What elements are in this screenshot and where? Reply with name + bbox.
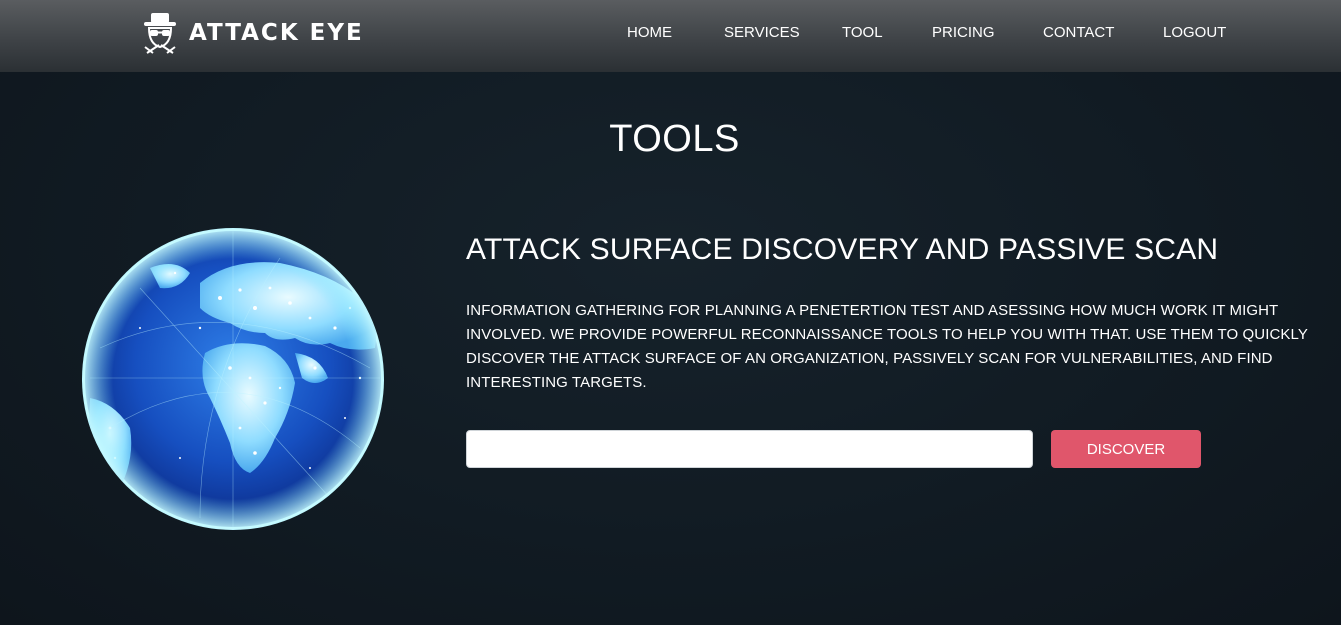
nav-contact[interactable]: CONTACT (1043, 24, 1114, 41)
page-title: TOOLS (609, 118, 740, 160)
nav-pricing[interactable]: PRICING (932, 24, 995, 41)
globe-image (82, 228, 384, 530)
main-nav: HOME SERVICES TOOL PRICING CONTACT LOGOU… (0, 24, 1341, 46)
nav-home[interactable]: HOME (627, 24, 672, 41)
nav-services[interactable]: SERVICES (724, 24, 800, 41)
section-heading: ATTACK SURFACE DISCOVERY AND PASSIVE SCA… (466, 233, 1219, 266)
page: ATTACK EYE HOME SERVICES TOOL PRICING CO… (0, 0, 1341, 625)
nav-logout[interactable]: LOGOUT (1163, 24, 1226, 41)
section-description: INFORMATION GATHERING FOR PLANNING A PEN… (466, 302, 1308, 391)
nav-tool[interactable]: TOOL (842, 24, 883, 41)
navbar: ATTACK EYE HOME SERVICES TOOL PRICING CO… (0, 0, 1341, 72)
target-input[interactable] (466, 430, 1033, 468)
discover-button[interactable]: DISCOVER (1051, 430, 1201, 468)
